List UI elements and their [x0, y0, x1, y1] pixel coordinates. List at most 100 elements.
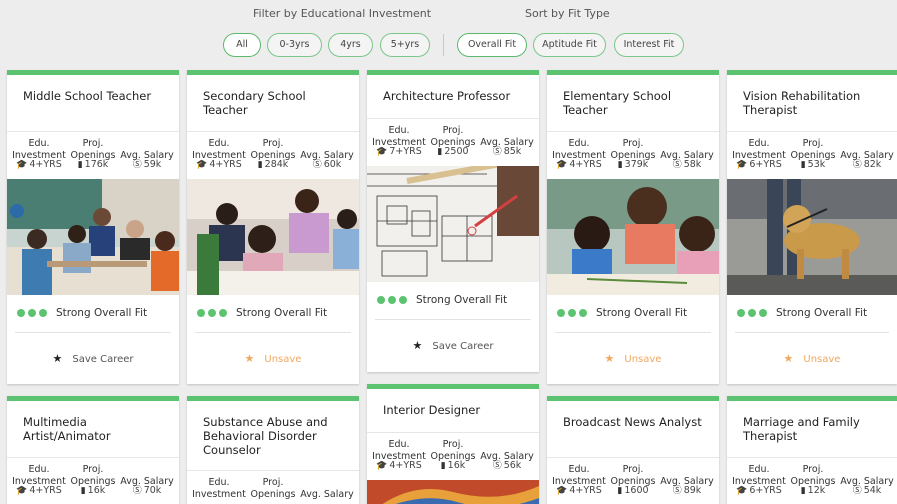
fit-dot-icon	[219, 309, 227, 317]
sort-overall-fit-button[interactable]: Overall Fit	[457, 33, 527, 57]
salary-stat: Avg. Salary	[297, 489, 357, 501]
career-card[interactable]: Vision Rehabilitation Therapist Edu. Inv…	[727, 70, 897, 384]
career-card[interactable]: Middle School Teacher Edu. Investment Pr…	[7, 70, 179, 384]
career-card[interactable]: Substance Abuse and Behavioral Disorder …	[187, 396, 359, 504]
edu-label: Edu.	[28, 464, 50, 475]
dollar-coin-icon: Ⓢ	[132, 160, 142, 170]
career-title[interactable]: Middle School Teacher	[23, 89, 171, 103]
openings-label-2: Openings	[250, 489, 296, 500]
book-icon: ▮	[800, 486, 806, 496]
salary-value: Ⓢ 89k	[672, 485, 702, 496]
career-title[interactable]: Substance Abuse and Behavioral Disorder …	[203, 415, 351, 457]
openings-stat: Proj. Openings	[243, 477, 303, 501]
career-title[interactable]: Marriage and Family Therapist	[743, 415, 889, 443]
openings-label: Proj.	[82, 464, 104, 475]
career-card[interactable]: Marriage and Family Therapist Edu. Inves…	[727, 396, 897, 504]
salary-label: Avg. Salary	[300, 489, 354, 500]
fit-dot-icon	[557, 309, 565, 317]
fit-dot-icon	[399, 296, 407, 304]
sort-interest-fit-button[interactable]: Interest Fit	[614, 33, 684, 57]
grad-cap-icon: 🎓	[736, 160, 748, 170]
career-title[interactable]: Vision Rehabilitation Therapist	[743, 89, 889, 117]
fit-label: Strong Overall Fit	[596, 307, 688, 319]
education-filter-title: Filter by Educational Investment	[253, 7, 432, 20]
star-icon: ★	[783, 352, 794, 365]
unsave-career-button[interactable]: ★ Unsave	[547, 352, 719, 365]
dollar-coin-icon: Ⓢ	[492, 147, 502, 157]
edu-value: 🎓 7+YRS	[376, 146, 422, 157]
career-title[interactable]: Architecture Professor	[383, 89, 531, 103]
sort-aptitude-fit-button[interactable]: Aptitude Fit	[533, 33, 606, 57]
filter-all-button[interactable]: All	[223, 33, 261, 57]
career-stat-values: 🎓 4+YRS ▮ 1600 Ⓢ 89k	[547, 485, 719, 497]
filter-0-3yrs-button[interactable]: 0-3yrs	[267, 33, 322, 57]
edu-value: 🎓 4+YRS	[556, 159, 602, 170]
fit-indicator: Strong Overall Fit	[17, 307, 169, 321]
career-title[interactable]: Broadcast News Analyst	[563, 415, 711, 429]
career-title[interactable]: Secondary School Teacher	[203, 89, 351, 117]
edu-label: Edu.	[748, 464, 770, 475]
book-icon: ▮	[617, 160, 623, 170]
guide-dog-image	[727, 179, 897, 295]
book-icon: ▮	[437, 147, 443, 157]
openings-label: Proj.	[802, 138, 824, 149]
career-stat-values: 🎓 4+YRS ▮ 379k Ⓢ 58k	[547, 159, 719, 171]
career-card[interactable]: Broadcast News Analyst Edu. Investment P…	[547, 396, 719, 504]
students-writing-image	[187, 179, 359, 295]
fit-label: Strong Overall Fit	[236, 307, 328, 319]
edu-label: Edu.	[28, 138, 50, 149]
career-stat-values: 🎓 7+YRS ▮ 2500 Ⓢ 85k	[367, 146, 539, 158]
career-card[interactable]: Elementary School Teacher Edu. Investmen…	[547, 70, 719, 384]
career-card[interactable]: Secondary School Teacher Edu. Investment…	[187, 70, 359, 384]
grad-cap-icon: 🎓	[16, 486, 28, 496]
career-title[interactable]: Interior Designer	[383, 403, 531, 417]
edu-label: Edu.	[568, 464, 590, 475]
career-card[interactable]: Architecture Professor Edu. Investment P…	[367, 70, 539, 372]
star-icon: ★	[52, 352, 63, 365]
book-icon: ▮	[800, 160, 806, 170]
career-card[interactable]: Interior Designer Edu. Investment Proj. …	[367, 384, 539, 504]
career-stat-values: 🎓 6+YRS ▮ 12k Ⓢ 54k	[727, 485, 897, 497]
unsave-career-button[interactable]: ★ Unsave	[727, 352, 897, 365]
fit-label: Strong Overall Fit	[56, 307, 148, 319]
dollar-coin-icon: Ⓢ	[672, 486, 682, 496]
edu-investment-stat: Edu. Investment	[189, 477, 249, 501]
fit-dot-icon	[748, 309, 756, 317]
star-icon: ★	[244, 352, 255, 365]
save-career-button[interactable]: ★ Save Career	[367, 339, 539, 352]
card-divider	[735, 332, 889, 333]
unsave-career-button[interactable]: ★ Unsave	[187, 352, 359, 365]
star-icon: ★	[604, 352, 615, 365]
card-divider	[15, 332, 171, 333]
card-divider	[375, 319, 531, 320]
filter-5plus-yrs-button[interactable]: 5+yrs	[380, 33, 430, 57]
salary-value: Ⓢ 59k	[132, 159, 162, 170]
career-stat-values: 🎓 6+YRS ▮ 53k Ⓢ 82k	[727, 159, 897, 171]
filter-4yrs-button[interactable]: 4yrs	[328, 33, 373, 57]
career-stat-values: 🎓 4+YRS ▮ 176k Ⓢ 59k	[7, 159, 179, 171]
career-card[interactable]: Multimedia Artist/Animator Edu. Investme…	[7, 396, 179, 504]
edu-value: 🎓 6+YRS	[736, 485, 782, 496]
career-title[interactable]: Elementary School Teacher	[563, 89, 711, 117]
salary-value: Ⓢ 58k	[672, 159, 702, 170]
book-icon: ▮	[77, 160, 83, 170]
fit-dot-icon	[759, 309, 767, 317]
dollar-coin-icon: Ⓢ	[672, 160, 682, 170]
fit-dot-icon	[17, 309, 25, 317]
career-photo	[187, 179, 359, 295]
career-stats: Edu. Investment Proj. Openings Avg. Sala…	[187, 470, 359, 504]
openings-value: ▮ 53k	[800, 159, 826, 170]
dollar-coin-icon: Ⓢ	[492, 461, 502, 471]
career-stat-values: 🎓 4+YRS ▮ 16k Ⓢ 56k	[367, 460, 539, 472]
fit-dot-icon	[39, 309, 47, 317]
grad-cap-icon: 🎓	[736, 486, 748, 496]
openings-value: ▮ 2500	[437, 146, 469, 157]
openings-value: ▮ 176k	[77, 159, 109, 170]
save-career-button[interactable]: ★ Save Career	[7, 352, 179, 365]
openings-label: Proj.	[82, 138, 104, 149]
career-photo	[727, 179, 897, 295]
teacher-with-kids-image	[547, 179, 719, 295]
openings-value: ▮ 12k	[800, 485, 826, 496]
career-title[interactable]: Multimedia Artist/Animator	[23, 415, 171, 443]
fit-indicator: Strong Overall Fit	[557, 307, 709, 321]
